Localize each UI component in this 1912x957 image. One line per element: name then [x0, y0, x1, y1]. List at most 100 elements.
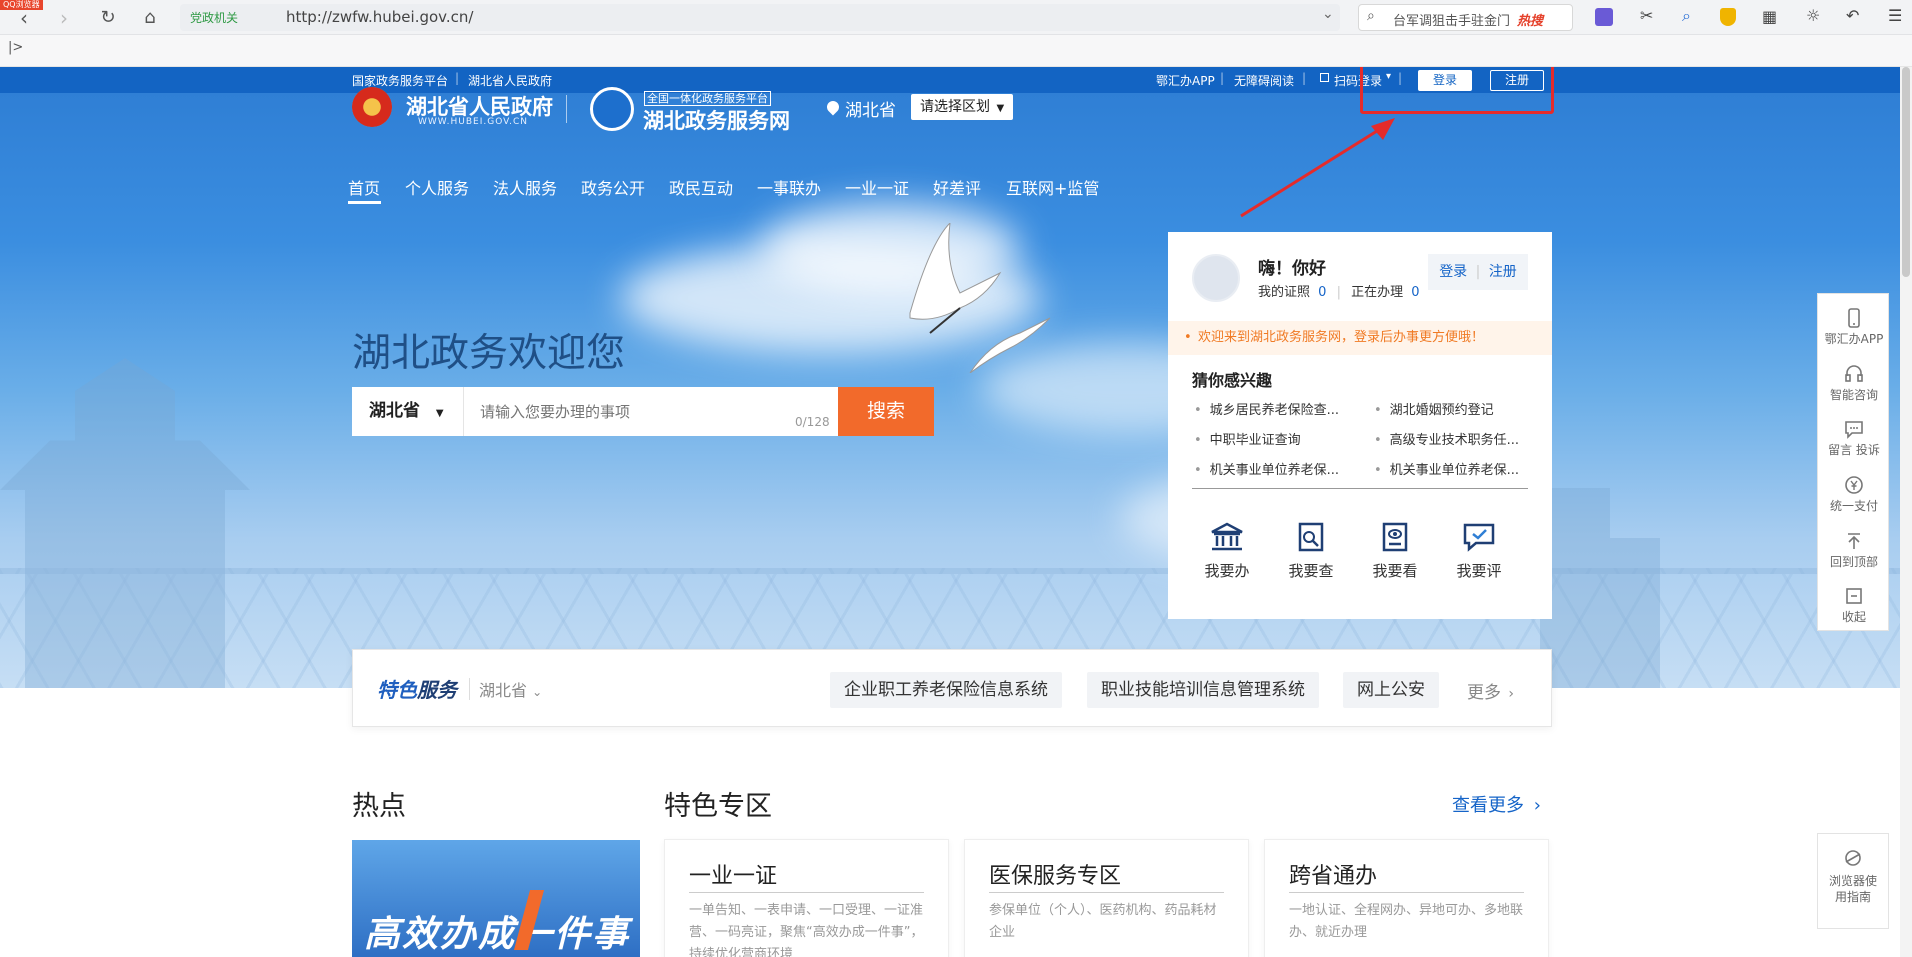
zone-card-desc: 参保单位（个人）、医药机构、药品耗材企业: [989, 903, 1217, 940]
sidebar-item-collapse[interactable]: 收起: [1818, 586, 1890, 625]
panel-auth-box: 登录 | 注册: [1428, 254, 1528, 290]
panel-register-link[interactable]: 注册: [1489, 264, 1517, 280]
divider: [469, 678, 470, 700]
url-text[interactable]: http://zwfw.hubei.gov.cn/: [286, 8, 473, 26]
brightness-icon[interactable]: ☼: [1806, 6, 1820, 25]
search-input[interactable]: [464, 387, 789, 436]
notice-dot-icon: •: [1184, 330, 1192, 345]
address-bar[interactable]: 党政机关 http://zwfw.hubei.gov.cn/ ⌄: [180, 4, 1340, 31]
chevron-down-icon: ⌄: [532, 685, 543, 699]
featured-tag[interactable]: 企业职工养老保险信息系统: [830, 672, 1062, 708]
browser-guide-label: 浏览器使用指南: [1828, 874, 1877, 904]
panel-login-link[interactable]: 登录: [1439, 264, 1467, 280]
guess-item[interactable]: 高级专业技术职务任...: [1374, 429, 1519, 448]
service-view[interactable]: 我要看: [1360, 522, 1430, 581]
welcome-heading: 湖北政务欢迎您: [352, 331, 626, 376]
nav-home[interactable]: 首页: [348, 175, 380, 199]
forward-icon[interactable]: ›: [52, 6, 76, 30]
sidebar-item-feedback[interactable]: 留言 投诉: [1818, 419, 1890, 458]
featured-more-link[interactable]: 更多 ›: [1467, 678, 1514, 703]
service-apply[interactable]: 我要办: [1192, 522, 1262, 581]
zone-card[interactable]: 医保服务专区 参保单位（个人）、医药机构、药品耗材企业: [964, 839, 1249, 957]
refresh-icon[interactable]: ↻: [96, 6, 120, 30]
government-emblem-icon: [352, 87, 392, 127]
zone-card-desc: 一单告知、一表申请、一口受理、一证准营、一码亮证，聚焦“高效办成一件事”，持续优…: [689, 903, 924, 957]
sidebar-item-back-to-top[interactable]: 回到顶部: [1818, 531, 1890, 570]
zone-card-title: 一业一证: [689, 864, 778, 889]
scrollbar-thumb[interactable]: [1902, 67, 1910, 277]
guess-item[interactable]: 机关事业单位养老保...: [1194, 459, 1339, 478]
browser-search-box[interactable]: ⌕ 台军调狙击手驻金门 热搜: [1358, 4, 1573, 31]
sidebar-item-label: 统一支付: [1829, 499, 1878, 513]
featured-tag[interactable]: 职业技能培训信息管理系统: [1087, 672, 1319, 708]
translate-icon[interactable]: [1595, 8, 1613, 26]
platform-logo-icon: [590, 87, 634, 131]
link-national-platform[interactable]: 国家政务服务平台: [352, 72, 448, 89]
search-button[interactable]: 搜索: [838, 387, 934, 436]
undo-icon[interactable]: ↶: [1846, 6, 1859, 25]
document-search-icon: [1298, 522, 1324, 552]
zone-card[interactable]: 一业一证 一单告知、一表申请、一口受理、一证准营、一码亮证，聚焦“高效办成一件事…: [664, 839, 949, 957]
zone-card[interactable]: 跨省通办 一地认证、全程网办、异地可办、多地联办、就近办理: [1264, 839, 1549, 957]
nav-legal-services[interactable]: 法人服务: [493, 175, 557, 199]
featured-title-b: 服务: [417, 678, 457, 702]
platform-name[interactable]: 湖北政务服务网: [643, 105, 790, 135]
hot-banner[interactable]: 高效办成一件事: [352, 840, 640, 957]
building-silhouette: [1610, 538, 1660, 688]
zones-more-link[interactable]: 查看更多 ›: [1452, 791, 1541, 817]
sidebar-item-label: 智能咨询: [1829, 388, 1878, 402]
link-accessible-reading[interactable]: 无障碍阅读: [1234, 72, 1294, 89]
nav-one-license[interactable]: 一业一证: [845, 175, 909, 199]
chevron-down-icon[interactable]: ⌄: [1322, 6, 1334, 22]
zone-card-title: 跨省通办: [1289, 864, 1378, 889]
sidebar-toggle-icon[interactable]: |>: [8, 40, 23, 55]
back-icon[interactable]: ‹: [12, 6, 36, 30]
sidebar-item-payment[interactable]: 统一支付: [1818, 475, 1890, 514]
find-icon[interactable]: ⌕: [1682, 6, 1691, 26]
nav-government-affairs[interactable]: 政务公开: [581, 175, 645, 199]
sidebar-item-consult[interactable]: 智能咨询: [1818, 364, 1890, 403]
nav-supervision[interactable]: 互联网+监管: [1006, 175, 1099, 199]
search-region-select[interactable]: 湖北省 ▼: [352, 387, 464, 436]
divider: [989, 892, 1224, 893]
qr-code-icon: [1320, 73, 1329, 82]
page-scrollbar[interactable]: [1900, 67, 1912, 957]
guess-item[interactable]: 机关事业单位养老保...: [1374, 459, 1519, 478]
guess-item[interactable]: 城乡居民养老保险查...: [1194, 399, 1339, 418]
guess-item[interactable]: 湖北婚姻预约登记: [1374, 399, 1494, 418]
scissors-icon[interactable]: ✂: [1640, 6, 1653, 25]
mobile-icon: [1848, 308, 1860, 328]
greeting-text: 嗨！你好: [1258, 259, 1326, 279]
browser-guide-button[interactable]: 浏览器使用指南: [1817, 833, 1889, 929]
gov-site-url: WWW.HUBEI.GOV.CN: [418, 117, 529, 127]
in-progress-count[interactable]: 0: [1411, 285, 1419, 300]
nav-evaluation[interactable]: 好差评: [933, 175, 981, 199]
caret-down-icon: ▼: [996, 103, 1005, 114]
service-query[interactable]: 我要查: [1276, 522, 1346, 581]
featured-tag[interactable]: 网上公安: [1343, 672, 1439, 708]
nav-interaction[interactable]: 政民互动: [669, 175, 733, 199]
nav-one-matter[interactable]: 一事联办: [757, 175, 821, 199]
sidebar-item-app[interactable]: 鄂汇办APP: [1818, 308, 1890, 347]
grid-icon[interactable]: ▦: [1762, 7, 1777, 26]
nav-personal-services[interactable]: 个人服务: [405, 175, 469, 199]
region-select[interactable]: 请选择区划 ▼: [911, 94, 1013, 120]
home-icon[interactable]: ⌂: [138, 6, 162, 30]
featured-region-select[interactable]: 湖北省 ⌄: [479, 677, 542, 701]
top-link-bar: 国家政务服务平台 | 湖北省人民政府 鄂汇办APP | 无障碍阅读 | 扫码登录…: [0, 67, 1912, 93]
chat-check-icon: [1463, 523, 1495, 552]
service-evaluate[interactable]: 我要评: [1444, 522, 1514, 581]
shield-icon[interactable]: [1720, 8, 1736, 26]
notice-text: 欢迎来到湖北政务服务网，登录后办事更方便哦！: [1198, 330, 1485, 345]
document-eye-icon: [1382, 522, 1408, 552]
hot-title: 热点: [352, 791, 406, 822]
cert-count[interactable]: 0: [1318, 285, 1326, 300]
featured-region-label: 湖北省: [479, 681, 528, 700]
guess-item[interactable]: 中职毕业证查询: [1194, 429, 1301, 448]
region-select-label: 请选择区划: [920, 99, 990, 115]
link-hubei-government[interactable]: 湖北省人民政府: [468, 72, 552, 89]
annotation-highlight-box: [1360, 67, 1554, 114]
link-ehuiban-app[interactable]: 鄂汇办APP: [1156, 72, 1215, 89]
menu-icon[interactable]: ☰: [1888, 6, 1902, 25]
divider: |: [455, 71, 460, 85]
